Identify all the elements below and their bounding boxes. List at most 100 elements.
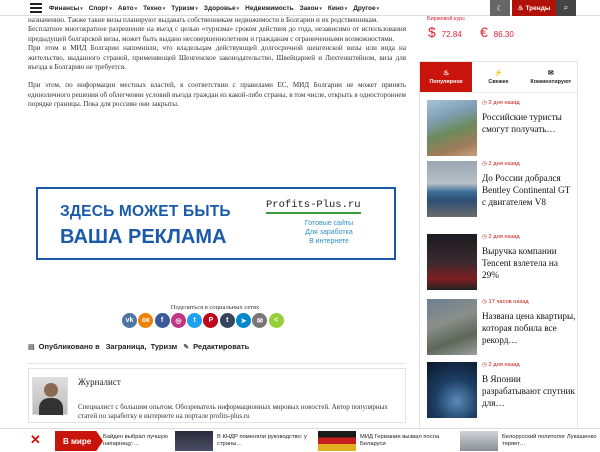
author-description: Специалист с большим опытом. Обозревател… xyxy=(78,403,388,420)
flame-icon: ♨ xyxy=(517,5,524,12)
pinterest-icon[interactable]: P xyxy=(203,313,219,328)
news-thumbnail[interactable] xyxy=(427,299,477,355)
chevron-down-icon: ▾ xyxy=(109,5,112,12)
nav-item[interactable]: Кино▾ xyxy=(328,5,347,12)
list-item[interactable]: ◷ 2 дня назад Российские туристы смогут … xyxy=(427,100,577,160)
top-navigation: Финансы▾ Спорт▾ Авто▾ Техно▾ Туризм▾ Здоровье… xyxy=(0,0,600,16)
tumblr-icon[interactable]: t xyxy=(219,313,235,328)
eur-rate: €86.30 xyxy=(480,24,514,40)
category-link[interactable]: Заграница, xyxy=(106,342,147,351)
trends-button[interactable]: ♨ Тренды xyxy=(512,0,556,16)
nav-item[interactable]: Спорт▾ xyxy=(89,5,112,12)
nav-item[interactable]: Другое▾ xyxy=(353,5,379,12)
close-icon[interactable]: ✕ xyxy=(30,433,41,447)
instagram-icon[interactable]: ◎ xyxy=(170,313,186,328)
news-ticker: ✕ В мире Байден выбрал лучшую напарницу:… xyxy=(0,428,600,452)
sidebar-tabs: ♨ Популярное ⚡ Свежее ✉ Комментируют xyxy=(420,62,577,93)
telegram-icon[interactable]: ➤ xyxy=(236,313,252,328)
news-title[interactable]: В Японии разрабатывают спутник для… xyxy=(482,373,576,410)
currency-label: Биржевой курс xyxy=(427,16,465,22)
bolt-icon: ⚡ xyxy=(494,70,503,77)
share-icon[interactable]: < xyxy=(268,313,284,328)
news-time: ◷ 2 дня назад xyxy=(482,100,520,106)
ad-headline-main: ВАША РЕКЛАМА xyxy=(60,226,227,248)
ad-subtitle: Готовые сайты Для заработка В интернете xyxy=(304,220,354,245)
euro-icon: € xyxy=(480,24,488,40)
avatar[interactable] xyxy=(32,377,68,415)
divider xyxy=(28,363,406,364)
edit-link[interactable]: Редактировать xyxy=(193,342,249,351)
article-body: назначению. Также такие визы планируют в… xyxy=(28,16,406,119)
article-paragraph: назначению. Также такие визы планируют в… xyxy=(28,16,379,24)
news-time: ◷ 2 дня назад xyxy=(482,234,520,240)
list-item[interactable]: ◷ 2 дня назад Выручка компании Tencent в… xyxy=(427,234,577,294)
share-title: Поделиться в социальных сетях xyxy=(170,304,260,311)
moon-icon: ☾ xyxy=(496,3,504,13)
comment-icon: ✉ xyxy=(547,70,554,77)
nav-item[interactable]: Закон▾ xyxy=(300,5,322,12)
news-time: ◷ 2 дня назад xyxy=(482,362,520,368)
search-icon: ⌕ xyxy=(563,3,569,12)
chevron-down-icon: ▾ xyxy=(134,5,138,12)
category-link[interactable]: Туризм xyxy=(151,342,178,351)
chevron-down-icon: ▾ xyxy=(195,5,198,12)
vk-icon[interactable]: vk xyxy=(122,313,137,328)
author-name[interactable]: Журналист xyxy=(78,377,121,387)
edit-icon: ✎ xyxy=(183,343,190,351)
ad-banner[interactable]: ЗДЕСЬ МОЖЕТ БЫТЬ ВАША РЕКЛАМА Profits-Pl… xyxy=(36,187,396,260)
article-paragraph: Бесплатное многократное разрешение на въ… xyxy=(28,25,406,43)
article-paragraph: При этом, по информации местных властей,… xyxy=(28,81,406,109)
list-item[interactable]: ◷ 17 часов назад Названа цена квартиры, … xyxy=(427,299,577,359)
menu-icon[interactable] xyxy=(30,3,42,13)
published-label: Опубликовано в xyxy=(38,342,100,351)
ticker-thumbnail xyxy=(460,431,498,451)
nav-menu: Финансы▾ Спорт▾ Авто▾ Техно▾ Туризм▾ Здоровье… xyxy=(49,0,385,16)
news-title[interactable]: Российские туристы смогут получать… xyxy=(482,111,576,135)
social-share-bar: vk ок f ◎ t Pt ➤ ✉ < xyxy=(122,313,285,328)
search-button[interactable]: ⌕ xyxy=(556,0,576,16)
chevron-down-icon: ▾ xyxy=(80,5,83,12)
dollar-icon: $ xyxy=(428,24,436,40)
news-thumbnail[interactable] xyxy=(427,362,477,418)
flame-icon: ♨ xyxy=(443,70,450,77)
chevron-down-icon: ▾ xyxy=(319,5,322,12)
news-thumbnail[interactable] xyxy=(427,234,477,290)
news-title[interactable]: Названа цена квартиры, которая побила вс… xyxy=(482,310,576,347)
usd-rate: $72.84 xyxy=(428,24,462,40)
tab-commented[interactable]: ✉ Комментируют xyxy=(524,62,577,93)
nav-item[interactable]: Недвижимость xyxy=(245,5,293,12)
author-box: Журналист Специалист с большим опытом. О… xyxy=(28,368,406,423)
odnoklassniki-icon[interactable]: ок xyxy=(138,313,154,328)
news-time: ◷ 2 дня назад xyxy=(482,161,520,167)
ticker-thumbnail xyxy=(175,431,213,451)
ticker-thumbnail xyxy=(318,431,356,451)
article-paragraph: При этом в МИД Болгарии напомнили, что в… xyxy=(28,44,406,72)
nav-item[interactable]: Туризм▾ xyxy=(171,5,198,12)
facebook-icon[interactable]: f xyxy=(154,313,170,328)
list-item[interactable]: ◷ 2 дня назад До России добрался Bentley… xyxy=(427,161,577,221)
tab-fresh[interactable]: ⚡ Свежее xyxy=(472,62,525,93)
tab-popular[interactable]: ♨ Популярное xyxy=(420,62,473,93)
chevron-down-icon: ▾ xyxy=(344,5,348,12)
list-item[interactable]: ◷ 2 дня назад В Японии разрабатывают спу… xyxy=(427,362,577,422)
chevron-down-icon: ▾ xyxy=(376,5,380,12)
folder-icon: ▤ xyxy=(28,343,35,351)
news-thumbnail[interactable] xyxy=(427,100,477,156)
news-time: ◷ 17 часов назад xyxy=(482,299,529,305)
dark-mode-toggle[interactable]: ☾ xyxy=(490,0,510,16)
email-icon[interactable]: ✉ xyxy=(252,313,268,328)
nav-item[interactable]: Финансы▾ xyxy=(49,5,83,12)
nav-item[interactable]: Здоровье▾ xyxy=(204,5,239,12)
chevron-down-icon: ▾ xyxy=(236,5,240,12)
ad-headline: ЗДЕСЬ МОЖЕТ БЫТЬ xyxy=(60,203,231,220)
ticker-label: В мире xyxy=(55,431,103,451)
chevron-down-icon: ▾ xyxy=(162,5,166,12)
news-thumbnail[interactable] xyxy=(427,161,477,217)
news-title[interactable]: До России добрался Bentley Continental G… xyxy=(482,172,576,209)
nav-item[interactable]: Авто▾ xyxy=(118,5,137,12)
twitter-icon[interactable]: t xyxy=(187,313,203,328)
ad-logo: Profits-Plus.ru xyxy=(266,199,361,214)
nav-item[interactable]: Техно▾ xyxy=(143,5,165,12)
post-meta: ▤ Опубликовано в Заграница, Туризм ✎ Ред… xyxy=(28,342,249,351)
news-title[interactable]: Выручка компании Tencent взлетела на 29% xyxy=(482,245,576,282)
